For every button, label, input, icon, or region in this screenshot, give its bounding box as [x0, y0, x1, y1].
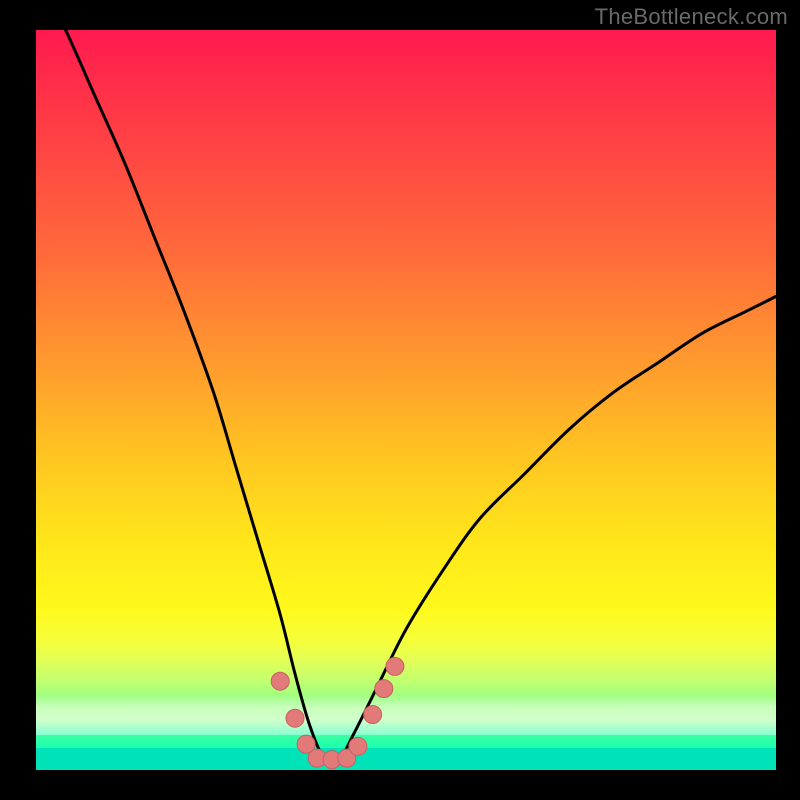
chart-stage: TheBottleneck.com: [0, 0, 800, 800]
bottleneck-curve-layer: [36, 30, 776, 770]
curve-marker: [349, 737, 367, 755]
curve-marker: [271, 672, 289, 690]
plot-area: [36, 30, 776, 770]
curve-marker: [386, 657, 404, 675]
curve-marker: [364, 706, 382, 724]
bottleneck-curve: [36, 30, 776, 763]
curve-marker: [375, 680, 393, 698]
curve-marker: [286, 709, 304, 727]
watermark-text: TheBottleneck.com: [595, 4, 788, 30]
